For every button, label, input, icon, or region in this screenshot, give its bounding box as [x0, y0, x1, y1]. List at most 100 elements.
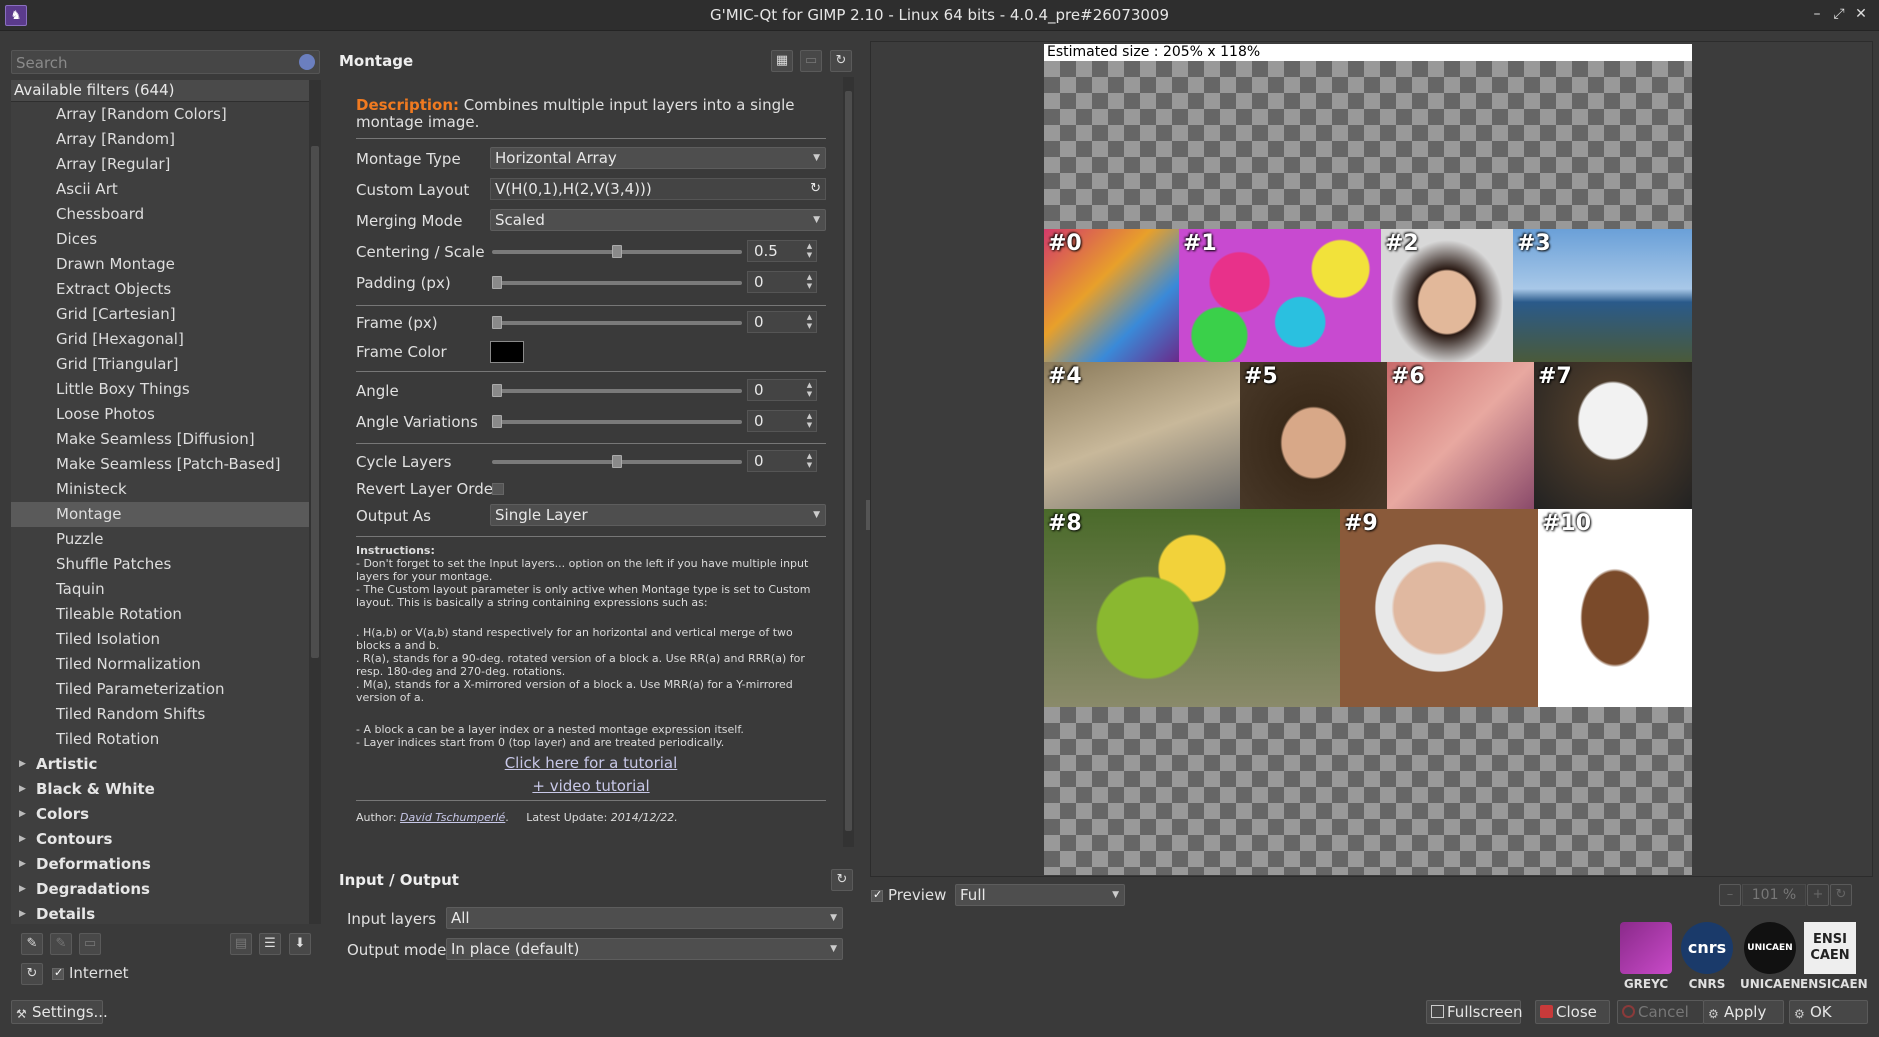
layout-icon[interactable]: ▦	[771, 50, 793, 72]
padding-slider[interactable]	[492, 276, 742, 289]
filter-item[interactable]: Grid [Cartesian]	[11, 302, 309, 327]
filter-item[interactable]: Dices	[11, 227, 309, 252]
spin-down-icon[interactable]: ▼	[804, 390, 815, 399]
params-scrollbar[interactable]	[843, 77, 854, 847]
cycle-layers-slider[interactable]	[492, 455, 742, 468]
filter-item[interactable]: Little Boxy Things	[11, 377, 309, 402]
merging-mode-select[interactable]: Scaled ▼	[490, 209, 826, 231]
ok-button[interactable]: ⚙ OK	[1789, 1000, 1868, 1024]
revert-layer-order-checkbox[interactable]	[492, 483, 504, 495]
reset-icon[interactable]: ↻	[810, 179, 821, 199]
io-reset-icon[interactable]: ↻	[831, 869, 853, 891]
copy-command-icon[interactable]: ▭	[800, 50, 822, 72]
search-input[interactable]: Search	[11, 50, 320, 74]
slider-handle[interactable]	[492, 384, 502, 397]
reset-params-icon[interactable]: ↻	[830, 50, 852, 72]
filter-item[interactable]: Make Seamless [Diffusion]	[11, 427, 309, 452]
filter-item[interactable]: Grid [Hexagonal]	[11, 327, 309, 352]
filter-item[interactable]: Make Seamless [Patch-Based]	[11, 452, 309, 477]
favorite-remove-icon[interactable]: ▭	[79, 933, 101, 955]
filter-item[interactable]: Ministeck	[11, 477, 309, 502]
filter-item[interactable]: Ascii Art	[11, 177, 309, 202]
spin-up-icon[interactable]: ▲	[804, 242, 815, 251]
spin-down-icon[interactable]: ▼	[804, 461, 815, 470]
angle-variations-spinbox[interactable]: 0 ▲ ▼	[747, 410, 817, 432]
padding-spinbox[interactable]: 0 ▲ ▼	[747, 271, 817, 293]
slider-handle[interactable]	[492, 415, 502, 428]
angle-slider[interactable]	[492, 384, 742, 397]
filter-item[interactable]: Puzzle	[11, 527, 309, 552]
input-layers-select[interactable]: All ▼	[446, 907, 843, 929]
spin-up-icon[interactable]: ▲	[804, 452, 815, 461]
frame-slider[interactable]	[492, 316, 742, 329]
filter-item[interactable]: Grid [Triangular]	[11, 352, 309, 377]
internet-checkbox[interactable]: ✓	[52, 966, 64, 980]
category-item[interactable]: ▶ Black & White	[11, 777, 309, 802]
zoom-reset-icon[interactable]: ↻	[1830, 884, 1852, 906]
angle-spinbox[interactable]: 0 ▲ ▼	[747, 379, 817, 401]
favorite-add-icon[interactable]: ✎	[21, 933, 43, 955]
custom-layout-input[interactable]: V(H(0,1),H(2,V(3,4))) ↻	[490, 178, 826, 200]
close-window-icon[interactable]: ✕	[1852, 5, 1870, 23]
cycle-layers-spinbox[interactable]: 0 ▲ ▼	[747, 450, 817, 472]
filter-tree-scrollbar[interactable]	[309, 80, 321, 924]
angle-variations-slider[interactable]	[492, 415, 742, 428]
maximize-icon[interactable]: ⤢	[1830, 5, 1848, 23]
zoom-in-icon[interactable]: +	[1807, 884, 1829, 906]
spin-down-icon[interactable]: ▼	[804, 421, 815, 430]
centering-slider[interactable]	[492, 245, 742, 258]
spin-up-icon[interactable]: ▲	[804, 412, 815, 421]
frame-spinbox[interactable]: 0 ▲ ▼	[747, 311, 817, 333]
visibility-icon[interactable]: ▤	[230, 933, 252, 955]
filter-item-selected[interactable]: Montage	[11, 502, 309, 527]
spin-up-icon[interactable]: ▲	[804, 381, 815, 390]
minimize-icon[interactable]: –	[1808, 5, 1826, 23]
close-button[interactable]: Close	[1535, 1000, 1610, 1024]
output-as-select[interactable]: Single Layer ▼	[490, 504, 826, 526]
filter-item[interactable]: Drawn Montage	[11, 252, 309, 277]
filter-item[interactable]: Array [Regular]	[11, 152, 309, 177]
settings-button[interactable]: ⚒ Settings...	[11, 1000, 108, 1024]
filter-item[interactable]: Tiled Rotation	[11, 727, 309, 752]
filter-item[interactable]: Tiled Normalization	[11, 652, 309, 677]
filter-item[interactable]: Taquin	[11, 577, 309, 602]
filter-item[interactable]: Tileable Rotation	[11, 602, 309, 627]
filter-item[interactable]: Tiled Random Shifts	[11, 702, 309, 727]
category-item[interactable]: ▶ Artistic	[11, 752, 309, 777]
filter-item[interactable]: Extract Objects	[11, 277, 309, 302]
spin-down-icon[interactable]: ▼	[804, 322, 815, 331]
list-toggle-icon[interactable]: ☰	[259, 933, 281, 955]
filter-item[interactable]: Tiled Parameterization	[11, 677, 309, 702]
filter-item[interactable]: Shuffle Patches	[11, 552, 309, 577]
filter-item[interactable]: Array [Random Colors]	[11, 102, 309, 127]
scrollbar-thumb[interactable]	[311, 146, 319, 658]
spin-down-icon[interactable]: ▼	[804, 251, 815, 260]
splitter-handle[interactable]	[866, 500, 870, 530]
tutorial-link[interactable]: Click here for a tutorial	[356, 754, 826, 772]
cancel-button[interactable]: Cancel	[1617, 1000, 1704, 1024]
favorite-rename-icon[interactable]: ✎	[50, 933, 72, 955]
download-icon[interactable]: ⬇	[289, 933, 311, 955]
slider-handle[interactable]	[492, 276, 502, 289]
spin-down-icon[interactable]: ▼	[804, 282, 815, 291]
filter-item[interactable]: Tiled Isolation	[11, 627, 309, 652]
apply-button[interactable]: ⚙ Apply	[1703, 1000, 1784, 1024]
category-item[interactable]: ▶ Colors	[11, 802, 309, 827]
category-item[interactable]: ▶ Details	[11, 902, 309, 924]
zoom-out-icon[interactable]: –	[1719, 884, 1741, 906]
output-mode-select[interactable]: In place (default) ▼	[446, 938, 843, 960]
author-link[interactable]: David Tschumperlé	[400, 811, 505, 824]
category-item[interactable]: ▶ Deformations	[11, 852, 309, 877]
filter-item[interactable]: Loose Photos	[11, 402, 309, 427]
centering-spinbox[interactable]: 0.5 ▲ ▼	[747, 240, 817, 262]
video-tutorial-link[interactable]: + video tutorial	[356, 777, 826, 795]
spin-up-icon[interactable]: ▲	[804, 313, 815, 322]
preview-mode-select[interactable]: Full ▼	[955, 884, 1125, 906]
category-item[interactable]: ▶ Degradations	[11, 877, 309, 902]
montage-type-select[interactable]: Horizontal Array ▼	[490, 147, 826, 169]
fullscreen-button[interactable]: Fullscreen	[1426, 1000, 1523, 1024]
category-item[interactable]: ▶ Contours	[11, 827, 309, 852]
filter-item[interactable]: Chessboard	[11, 202, 309, 227]
spin-up-icon[interactable]: ▲	[804, 273, 815, 282]
refresh-icon[interactable]: ↻	[21, 963, 43, 985]
